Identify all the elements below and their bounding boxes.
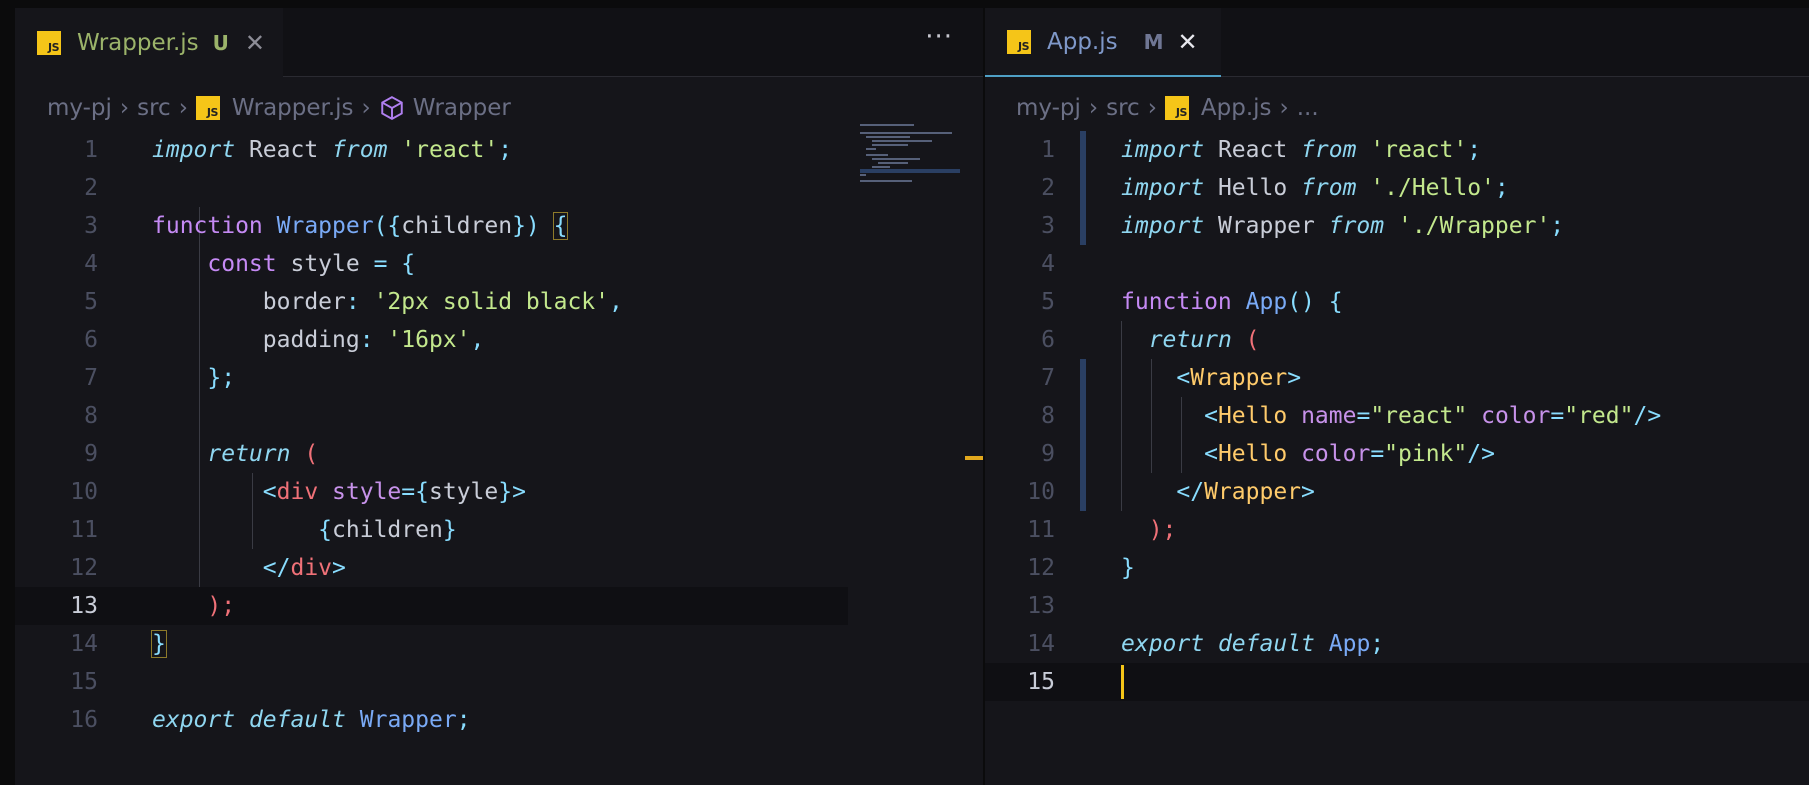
chevron-right-icon: › [1088,95,1099,121]
breadcrumb-project[interactable]: my-pj [47,95,112,121]
code-line: 10 </Wrapper> [1027,479,1315,505]
code-area[interactable]: 1 import React from 'react'; 2 3 function … [15,131,983,739]
js-file-icon: JS [195,96,220,120]
chevron-right-icon: › [178,95,188,121]
breadcrumb-file[interactable]: App.js [1201,95,1272,121]
code-line: 8 [84,403,98,429]
breadcrumb-file[interactable]: Wrapper.js [232,95,354,121]
js-file-icon: JS [1007,29,1031,54]
chevron-right-icon: › [361,95,371,121]
code-line: 6 padding: '16px', [84,327,485,353]
right-editor-pane[interactable]: JS App.js M ✕ my-pj › src › JS App.js › … [985,8,1809,785]
code-line: 16 export default Wrapper; [70,707,471,733]
minimap[interactable] [860,122,960,192]
code-line: 7 <Wrapper> [1041,365,1302,391]
current-line: 15 [985,663,1809,701]
breadcrumb-folder[interactable]: src [137,95,171,121]
tab-label: App.js [1047,28,1118,55]
code-line: 15 [70,669,98,695]
breadcrumb: my-pj › src › JS App.js › ... [1016,90,1319,126]
code-line: 11 ); [1027,517,1177,543]
breadcrumb-folder[interactable]: src [1106,95,1140,121]
code-line: 9 <Hello color="pink"/> [1041,441,1495,467]
code-line: 9 return ( [84,441,319,467]
current-line: 13 ); [15,587,848,625]
tab-wrapper-js[interactable]: JS Wrapper.js U ✕ [15,8,283,77]
chevron-right-icon: › [1147,95,1157,121]
scroll-position-marker [965,456,983,460]
tab-app-js[interactable]: JS App.js M ✕ [985,8,1221,77]
modified-badge: M [1143,29,1164,54]
code-line: 2 import Hello from './Hello'; [1041,175,1509,201]
code-line: 1 import React from 'react'; [1041,137,1482,163]
js-file-icon: JS [37,30,61,55]
text-cursor [1121,665,1124,699]
code-line: 2 [84,175,98,201]
code-line: 13 [1027,593,1055,619]
tab-label: Wrapper.js [77,29,199,56]
code-line: 10 <div style={style}> [70,479,526,505]
code-line: 4 [1041,251,1055,277]
code-line: 12 </div> [70,555,346,581]
code-line: 3 function Wrapper({children}) { [84,212,569,240]
code-line: 14 export default App; [1027,631,1385,657]
right-tab-bar: JS App.js M ✕ [985,8,1809,77]
code-line: 12} [1027,555,1135,581]
code-line: 8 <Hello name="react" color="red"/> [1041,403,1662,429]
editor-split: JS Wrapper.js U ✕ ··· my-pj › src › JS W… [0,0,1809,785]
breadcrumb-project[interactable]: my-pj [1016,95,1081,121]
chevron-right-icon: › [1279,95,1289,121]
code-line: 5 border: '2px solid black', [84,289,623,315]
breadcrumb: my-pj › src › JS Wrapper.js › Wrapper [47,90,511,126]
left-editor-pane[interactable]: JS Wrapper.js U ✕ ··· my-pj › src › JS W… [15,8,983,785]
code-line: 3 import Wrapper from './Wrapper'; [1041,213,1565,239]
code-line: 5 function App() { [1041,289,1343,315]
left-tab-bar: JS Wrapper.js U ✕ ··· [15,8,983,77]
cube-icon [379,95,405,121]
js-file-icon: JS [1164,96,1189,120]
chevron-right-icon: › [119,95,130,121]
ellipsis-icon[interactable]: ··· [925,22,953,52]
code-line: 7 }; [84,365,236,391]
code-line: 4 const style = { [84,251,416,277]
code-line: 11 {children} [70,517,457,543]
code-line: 6 return ( [1041,327,1260,353]
code-line: 14} [70,630,167,658]
breadcrumb-symbol[interactable]: ... [1297,95,1319,121]
close-icon[interactable]: ✕ [1178,28,1198,56]
untracked-badge: U [212,30,229,55]
breadcrumb-symbol[interactable]: Wrapper [413,95,511,121]
code-area[interactable]: 1 import React from 'react'; 2 import Hell… [985,131,1809,701]
close-icon[interactable]: ✕ [245,29,265,57]
code-line: 1 import React from 'react'; [84,137,513,163]
